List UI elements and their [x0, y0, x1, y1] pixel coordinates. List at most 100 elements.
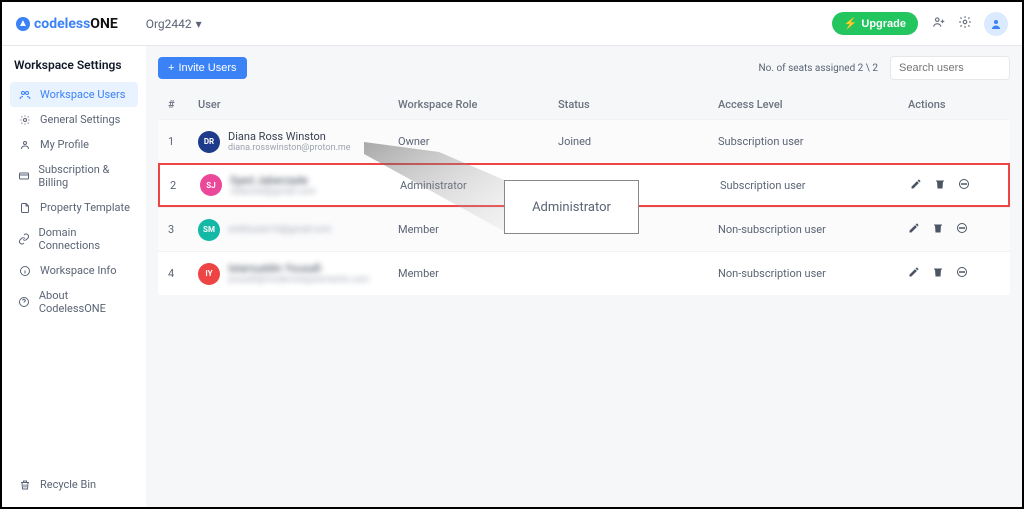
col-access: Access Level	[718, 98, 908, 111]
topbar: ▲ codelessONE Org2442 ▾ ⚡ Upgrade	[2, 2, 1022, 46]
sidebar-item-label: Property Template	[40, 201, 130, 214]
chevron-down-icon: ▾	[196, 17, 202, 31]
status-cell[interactable]: tation	[558, 223, 718, 236]
table-row: 1DRDiana Ross Winstondiana.rosswinston@p…	[158, 119, 1010, 163]
table-row: 4IY Islamuddin Yousafiyousafi@modernrequi…	[158, 251, 1010, 295]
sidebar-item-recycle-bin[interactable]: Recycle Bin	[10, 472, 138, 497]
user-name: Diana Ross Winston	[228, 130, 351, 143]
edit-icon[interactable]	[908, 222, 920, 237]
status-cell: Joined	[560, 179, 720, 192]
sidebar-item-label: Workspace Info	[40, 264, 117, 277]
more-icon[interactable]	[958, 178, 970, 193]
access-cell: Non-subscription user	[718, 223, 908, 236]
row-num: 4	[168, 267, 198, 280]
users-icon	[18, 89, 32, 101]
access-cell: Subscription user	[720, 179, 910, 192]
sidebar-item-label: Recycle Bin	[40, 478, 96, 491]
upgrade-button[interactable]: ⚡ Upgrade	[832, 12, 918, 35]
profile-icon	[18, 139, 32, 151]
upgrade-label: Upgrade	[861, 18, 906, 30]
more-icon[interactable]	[956, 266, 968, 281]
user-meta: smkhuram10@gmail.com	[228, 225, 331, 235]
invite-users-button[interactable]: + Invite Users	[158, 57, 247, 79]
org-dropdown[interactable]: Org2442 ▾	[146, 17, 202, 31]
template-icon	[18, 202, 32, 214]
sidebar-item-label: General Settings	[40, 113, 120, 126]
sidebar-title: Workspace Settings	[14, 58, 134, 72]
layout: Workspace Settings Workspace Users Gener…	[2, 46, 1022, 507]
delete-icon[interactable]	[932, 222, 944, 237]
seats-assigned-text: No. of seats assigned 2 \ 2	[759, 63, 879, 74]
user-email: diana.rosswinston@proton.me	[228, 143, 351, 153]
role-cell: Member	[398, 223, 558, 236]
table-row: 2SJ Syed Jaberzaderedacted@gmail.com Admin…	[158, 163, 1010, 207]
status-cell: Joined	[558, 135, 718, 148]
about-icon	[18, 296, 31, 308]
sidebar-item-label: Domain Connections	[39, 226, 130, 252]
gear-icon	[18, 114, 32, 126]
sidebar-item-general-settings[interactable]: General Settings	[10, 107, 138, 132]
add-user-icon[interactable]	[932, 15, 946, 32]
trash-icon	[18, 479, 32, 491]
user-cell: SM smkhuram10@gmail.com	[198, 219, 398, 241]
table-row: 3SM smkhuram10@gmail.com MembertationNon-s…	[158, 207, 1010, 251]
users-table: # User Workspace Role Status Access Leve…	[158, 90, 1010, 295]
delete-icon[interactable]	[932, 266, 944, 281]
invite-label: Invite Users	[178, 62, 236, 74]
content: + Invite Users No. of seats assigned 2 \…	[146, 46, 1022, 507]
role-cell: Member	[398, 267, 558, 280]
logo: ▲ codelessONE	[16, 16, 118, 32]
user-cell: SJ Syed Jaberzaderedacted@gmail.com	[200, 174, 400, 197]
avatar: SM	[198, 219, 220, 241]
sidebar-item-workspace-users[interactable]: Workspace Users	[10, 82, 138, 107]
user-name: Islamuddin Yousafi	[228, 262, 369, 275]
sidebar-item-label: My Profile	[40, 138, 89, 151]
sidebar-item-subscription-billing[interactable]: Subscription & Billing	[10, 157, 138, 195]
actions-cell	[908, 266, 1008, 281]
edit-icon[interactable]	[908, 266, 920, 281]
org-name: Org2442	[146, 17, 192, 31]
sidebar-item-workspace-info[interactable]: Workspace Info	[10, 258, 138, 283]
content-header: + Invite Users No. of seats assigned 2 \…	[158, 56, 1010, 80]
logo-icon: ▲	[16, 17, 30, 31]
card-icon	[18, 170, 30, 182]
info-icon	[18, 265, 32, 277]
sidebar: Workspace Settings Workspace Users Gener…	[2, 46, 146, 507]
user-email: yousafi@modernrequirements.com	[228, 275, 369, 285]
sidebar-item-domain-connections[interactable]: Domain Connections	[10, 220, 138, 258]
user-avatar-header[interactable]	[984, 12, 1008, 36]
col-actions: Actions	[908, 98, 1008, 111]
user-cell: DRDiana Ross Winstondiana.rosswinston@pr…	[198, 130, 398, 153]
delete-icon[interactable]	[934, 178, 946, 193]
sidebar-item-about[interactable]: About CodelessONE	[10, 283, 138, 321]
avatar: SJ	[200, 174, 222, 196]
user-email: redacted@gmail.com	[230, 187, 316, 197]
plus-icon: +	[168, 62, 174, 74]
access-cell: Non-subscription user	[718, 267, 908, 280]
col-status: Status	[558, 98, 718, 111]
bolt-icon: ⚡	[844, 17, 858, 30]
sidebar-item-label: Workspace Users	[40, 88, 125, 101]
user-email: smkhuram10@gmail.com	[228, 225, 331, 235]
table-header: # User Workspace Role Status Access Leve…	[158, 90, 1010, 119]
gear-icon[interactable]	[958, 15, 972, 32]
sidebar-item-my-profile[interactable]: My Profile	[10, 132, 138, 157]
user-meta: Diana Ross Winstondiana.rosswinston@prot…	[228, 130, 351, 153]
role-cell: Administrator	[400, 179, 560, 192]
row-num: 2	[170, 179, 200, 192]
user-cell: IY Islamuddin Yousafiyousafi@modernrequir…	[198, 262, 398, 285]
more-icon[interactable]	[956, 222, 968, 237]
col-user: User	[198, 98, 398, 111]
link-icon	[18, 233, 31, 245]
logo-text-prefix: codeless	[34, 16, 90, 32]
search-input[interactable]	[890, 56, 1010, 80]
col-role: Workspace Role	[398, 98, 558, 111]
logo-text-suffix: ONE	[90, 16, 117, 32]
access-cell: Subscription user	[718, 135, 908, 148]
row-num: 3	[168, 223, 198, 236]
edit-icon[interactable]	[910, 178, 922, 193]
sidebar-item-property-template[interactable]: Property Template	[10, 195, 138, 220]
avatar: IY	[198, 263, 220, 285]
user-meta: Syed Jaberzaderedacted@gmail.com	[230, 174, 316, 197]
sidebar-item-label: Subscription & Billing	[38, 163, 130, 189]
